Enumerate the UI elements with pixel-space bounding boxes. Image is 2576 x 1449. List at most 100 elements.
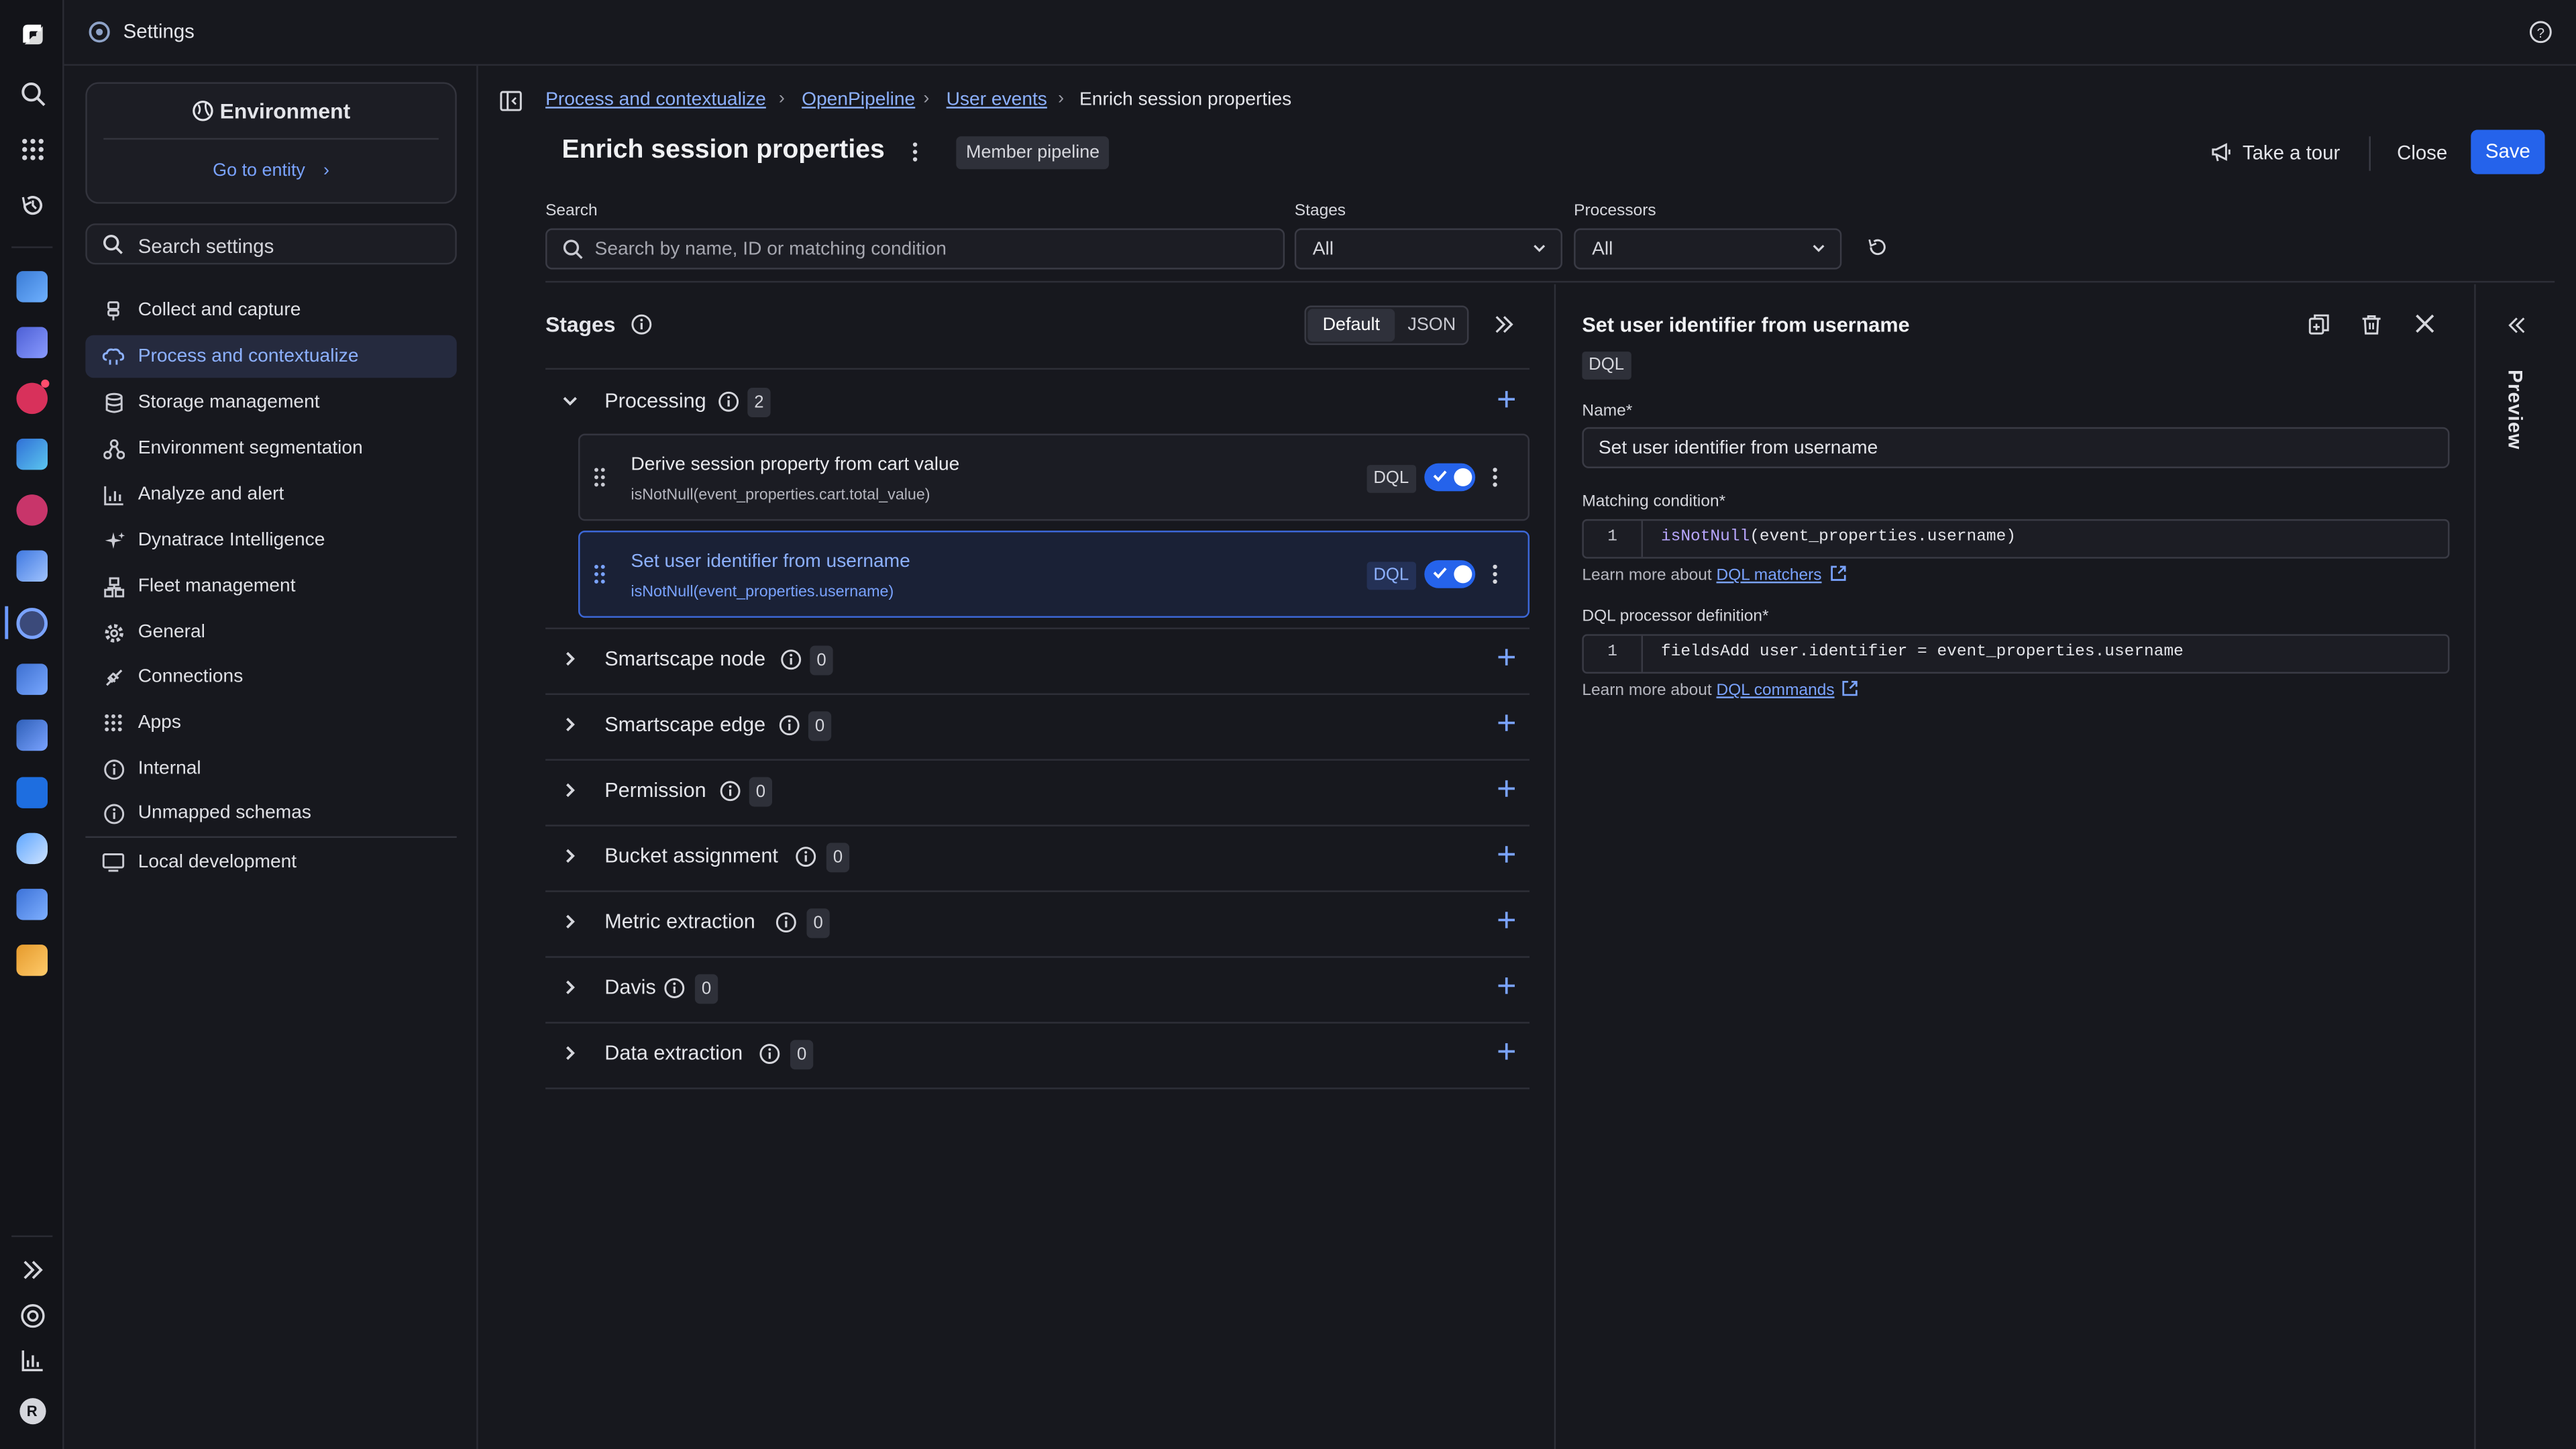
more-options-icon[interactable] — [1492, 467, 1499, 488]
save-button[interactable]: Save — [2471, 129, 2545, 174]
hosts-app-icon[interactable] — [16, 719, 48, 751]
add-processor-icon[interactable] — [1497, 647, 1516, 667]
add-processor-icon[interactable] — [1497, 976, 1516, 996]
nav-item-dynatrace-intelligence[interactable]: Dynatrace Intelligence — [85, 519, 456, 562]
duplicate-icon[interactable] — [2308, 314, 2330, 335]
more-options-icon[interactable] — [912, 142, 918, 163]
nav-item-unmapped-schemas[interactable]: Unmapped schemas — [85, 792, 456, 835]
search-input[interactable]: Search by name, ID or matching condition — [545, 228, 1285, 270]
reset-filters-icon[interactable] — [1866, 237, 1888, 258]
user-avatar[interactable]: R — [11, 1390, 52, 1431]
nav-item-analyze-and-alert[interactable]: Analyze and alert — [85, 473, 456, 516]
close-button[interactable]: Close — [2397, 131, 2447, 176]
nav-item-storage-management[interactable]: Storage management — [85, 381, 456, 424]
view-default-tab[interactable]: Default — [1307, 309, 1395, 342]
cube-app-icon[interactable] — [16, 888, 48, 920]
apps-grid-icon[interactable] — [11, 128, 52, 169]
k8s-helm-app-icon[interactable] — [16, 777, 48, 808]
processor-enabled-toggle[interactable] — [1424, 560, 1476, 588]
info-icon[interactable] — [779, 714, 800, 736]
processor-card-selected[interactable]: Set user identifier from username isNotN… — [578, 531, 1530, 618]
line-number: 1 — [1584, 521, 1643, 557]
stage-smartscape-edge[interactable]: Smartscape edge 0 — [545, 693, 1529, 759]
add-processor-icon[interactable] — [1497, 389, 1516, 409]
processor-name-input[interactable]: Set user identifier from username — [1582, 427, 2450, 468]
stage-permission[interactable]: Permission 0 — [545, 759, 1529, 824]
add-processor-icon[interactable] — [1497, 910, 1516, 930]
settings-app-icon[interactable] — [16, 608, 48, 639]
info-icon[interactable] — [718, 391, 739, 413]
nav-item-fleet-management[interactable]: Fleet management — [85, 565, 456, 608]
info-icon[interactable] — [631, 314, 653, 335]
processor-definition-editor[interactable]: 1 fieldsAdd user.identifier = event_prop… — [1582, 634, 2450, 674]
drag-handle-icon[interactable] — [593, 564, 606, 585]
go-to-entity-link[interactable]: Go to entity › — [87, 161, 455, 180]
breadcrumb-link[interactable]: User events — [947, 91, 1047, 110]
hub-app-icon[interactable] — [16, 945, 48, 976]
stage-name: Processing — [604, 389, 706, 413]
problems-app-icon[interactable] — [16, 382, 48, 415]
add-processor-icon[interactable] — [1497, 713, 1516, 733]
info-icon[interactable] — [780, 649, 802, 670]
expand-preview-icon[interactable] — [2507, 315, 2526, 335]
add-processor-icon[interactable] — [1497, 1042, 1516, 1061]
add-processor-icon[interactable] — [1497, 845, 1516, 864]
nav-item-apps[interactable]: Apps — [85, 702, 456, 745]
infrastructure-app-icon[interactable] — [16, 327, 48, 358]
stage-metric-extraction[interactable]: Metric extraction 0 — [545, 890, 1529, 956]
dql-commands-link[interactable]: DQL commands — [1717, 682, 1835, 700]
stage-count-badge: 0 — [694, 974, 718, 1004]
stage-davis[interactable]: Davis 0 — [545, 956, 1529, 1022]
close-panel-icon[interactable] — [2415, 314, 2434, 333]
breadcrumb-link[interactable]: OpenPipeline — [802, 91, 915, 110]
dynatrace-logo-icon[interactable] — [11, 13, 52, 54]
nav-item-collect-and-capture[interactable]: Collect and capture — [85, 289, 456, 332]
view-mode-toggle: Default JSON — [1304, 305, 1469, 345]
history-icon[interactable] — [11, 184, 52, 225]
services-app-icon[interactable] — [16, 438, 48, 470]
take-a-tour-button[interactable]: Take a tour — [2210, 131, 2340, 176]
nav-item-process-and-contextualize[interactable]: Process and contextualize — [85, 335, 457, 378]
preview-tab[interactable]: Preview — [2504, 370, 2526, 450]
processors-select[interactable]: All — [1574, 228, 1842, 270]
help-icon[interactable]: ? — [2528, 19, 2553, 44]
help-lifebuoy-icon[interactable] — [11, 1295, 52, 1336]
info-icon[interactable] — [720, 780, 741, 802]
vulnerabilities-app-icon[interactable] — [16, 494, 48, 526]
matching-condition-editor[interactable]: 1 isNotNull(event_properties.username) — [1582, 519, 2450, 559]
toggle-sidebar-icon[interactable] — [499, 91, 522, 112]
collapse-panel-icon[interactable] — [1493, 314, 1515, 335]
delete-trash-icon[interactable] — [2361, 314, 2382, 335]
processor-card[interactable]: Derive session property from cart value … — [578, 433, 1530, 521]
info-icon[interactable] — [795, 846, 816, 867]
more-options-icon[interactable] — [1492, 564, 1499, 585]
stage-smartscape-node[interactable]: Smartscape node 0 — [545, 628, 1529, 694]
breadcrumb-link[interactable]: Process and contextualize — [545, 91, 766, 110]
info-icon[interactable] — [775, 912, 797, 933]
view-json-tab[interactable]: JSON — [1395, 309, 1468, 341]
stage-bucket-assignment[interactable]: Bucket assignment 0 — [545, 824, 1529, 890]
processor-enabled-toggle[interactable] — [1424, 463, 1476, 492]
kubernetes-app-icon[interactable] — [16, 663, 48, 695]
dashboards-app-icon[interactable] — [16, 271, 48, 303]
usage-chart-icon[interactable] — [11, 1339, 52, 1380]
nav-item-local-development[interactable]: Local development — [85, 841, 456, 884]
dql-matchers-link[interactable]: DQL matchers — [1717, 567, 1822, 585]
nav-item-environment-segmentation[interactable]: Environment segmentation — [85, 427, 456, 470]
dql-badge: DQL — [1582, 352, 1631, 380]
search-icon[interactable] — [11, 72, 52, 113]
search-settings-input[interactable]: Search settings — [85, 223, 457, 265]
users-app-icon[interactable] — [16, 550, 48, 582]
stage-data-extraction[interactable]: Data extraction 0 — [545, 1022, 1529, 1087]
info-icon[interactable] — [663, 977, 685, 999]
add-processor-icon[interactable] — [1497, 779, 1516, 798]
expand-rail-icon[interactable] — [11, 1248, 52, 1289]
stages-select[interactable]: All — [1294, 228, 1562, 270]
drag-handle-icon[interactable] — [593, 467, 606, 488]
nav-item-internal[interactable]: Internal — [85, 747, 456, 790]
nav-item-general[interactable]: General — [85, 611, 456, 654]
cloud-app-icon[interactable] — [16, 833, 48, 865]
info-icon[interactable] — [759, 1043, 780, 1065]
nav-item-connections[interactable]: Connections — [85, 655, 456, 698]
stage-processing[interactable]: Processing 2 — [545, 370, 1529, 435]
